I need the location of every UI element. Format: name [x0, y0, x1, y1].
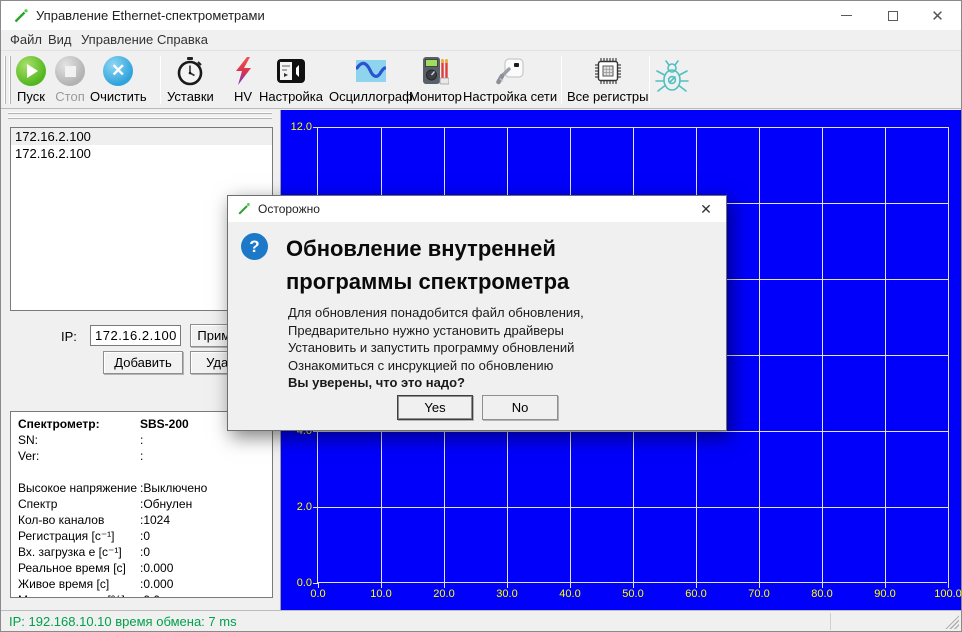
- menu-control[interactable]: Управление: [81, 32, 153, 47]
- chip-icon: [593, 56, 623, 86]
- oscilloscope-icon: [356, 60, 386, 82]
- y-tick: [313, 127, 318, 128]
- toolbar-gripper[interactable]: [9, 56, 11, 104]
- y-tick-label: 12.0: [280, 121, 312, 133]
- clear-icon: ✕: [103, 56, 133, 86]
- dialog-body-text: Для обновления понадобится файл обновлен…: [288, 304, 584, 392]
- all-registers-button[interactable]: Все регистры: [567, 55, 649, 107]
- stop-button[interactable]: Стоп: [54, 55, 86, 107]
- ip-input[interactable]: [90, 325, 181, 346]
- dialog-heading: Обновление внутренней программы спектром…: [286, 232, 569, 298]
- x-tick-label: 50.0: [611, 588, 655, 600]
- x-tick-label: 80.0: [800, 588, 844, 600]
- x-tick-label: 100.0: [926, 588, 962, 600]
- magic-wand-icon: [13, 8, 29, 24]
- dialog-close-button[interactable]: ✕: [686, 196, 726, 222]
- x-tick-label: 40.0: [548, 588, 592, 600]
- status-separator: [830, 613, 831, 630]
- stop-icon: [55, 56, 85, 86]
- device-list-item[interactable]: 172.16.2.100: [11, 128, 272, 145]
- stopwatch-icon: [175, 56, 205, 86]
- start-button[interactable]: Пуск: [15, 55, 47, 107]
- presets-button[interactable]: Уставки: [167, 55, 214, 107]
- info-row: Кол-во каналов:1024: [18, 513, 272, 529]
- info-row: Ver::: [18, 449, 272, 465]
- menu-help[interactable]: Справка: [157, 32, 208, 47]
- yes-button[interactable]: Yes: [397, 395, 473, 420]
- panel-gripper[interactable]: [8, 112, 272, 114]
- info-row: Реальное время [с]:0.000: [18, 561, 272, 577]
- settings-button[interactable]: Настройка: [259, 55, 323, 107]
- resize-grip[interactable]: [945, 615, 959, 629]
- x-tick-label: 60.0: [674, 588, 718, 600]
- multimeter-icon: [421, 56, 449, 86]
- panel-gripper[interactable]: [8, 117, 272, 119]
- status-text: IP: 192.168.10.10 время обмена: 7 ms: [9, 614, 237, 629]
- gridline-vertical: [759, 127, 760, 583]
- toolbar-separator: [649, 56, 650, 104]
- x-tick-label: 0.0: [296, 588, 340, 600]
- y-tick: [313, 431, 318, 432]
- hv-button[interactable]: HV: [227, 55, 259, 107]
- gridline-vertical: [822, 127, 823, 583]
- toolbar-separator: [561, 56, 562, 104]
- minimize-button[interactable]: [824, 1, 869, 30]
- maximize-button[interactable]: [870, 1, 915, 30]
- debug-button[interactable]: [655, 60, 689, 112]
- x-tick-label: 90.0: [863, 588, 907, 600]
- info-row: Вх. загрузка е [c⁻¹]:0: [18, 545, 272, 561]
- network-settings-button[interactable]: Настройка сети: [463, 55, 557, 107]
- magic-wand-icon: [237, 202, 251, 216]
- gridline-vertical: [948, 127, 949, 583]
- status-bar: IP: 192.168.10.10 время обмена: 7 ms: [1, 610, 961, 631]
- lightning-icon: [230, 56, 256, 86]
- info-spacer: [18, 465, 272, 481]
- info-row: Высокое напряжение:Выключено: [18, 481, 272, 497]
- x-tick-label: 20.0: [422, 588, 466, 600]
- info-row: Живое время [с]:0.000: [18, 577, 272, 593]
- play-icon: [16, 56, 46, 86]
- info-row: Спектр:Обнулен: [18, 497, 272, 513]
- gridline-vertical: [885, 127, 886, 583]
- x-tick-label: 30.0: [485, 588, 529, 600]
- title-bar: Управление Ethernet-спектрометрами ✕: [1, 1, 961, 30]
- add-button[interactable]: Добавить: [103, 351, 183, 374]
- oscilloscope-button[interactable]: Осциллограф: [329, 55, 413, 107]
- menu-file[interactable]: Файл: [10, 32, 42, 47]
- no-button[interactable]: No: [482, 395, 558, 420]
- menu-bar: Файл Вид Управление Справка: [1, 30, 961, 51]
- y-tick-label: 2.0: [280, 501, 312, 513]
- spectrometer-info-panel: Спектрометр:SBS-200SN::Ver::Высокое напр…: [10, 411, 273, 598]
- info-row: Регистрация [c⁻¹]:0: [18, 529, 272, 545]
- menu-view[interactable]: Вид: [48, 32, 72, 47]
- bug-icon: [655, 60, 689, 96]
- close-button[interactable]: ✕: [915, 1, 960, 30]
- warning-dialog: Осторожно ✕ ? Обновление внутренней прог…: [227, 195, 727, 431]
- y-tick: [313, 507, 318, 508]
- toolbar: Пуск Стоп ✕ Очистить Уставки: [1, 52, 961, 109]
- toolbar-gripper[interactable]: [4, 56, 6, 104]
- question-icon: ?: [241, 233, 268, 260]
- ip-label: IP:: [61, 329, 77, 344]
- window-title: Управление Ethernet-спектрометрами: [36, 8, 265, 23]
- x-tick-label: 70.0: [737, 588, 781, 600]
- monitor-button[interactable]: Монитор: [409, 55, 462, 107]
- info-row: SN::: [18, 433, 272, 449]
- dialog-question: Вы уверены, что это надо?: [288, 374, 584, 392]
- network-probe-icon: [495, 56, 525, 86]
- dialog-title: Осторожно: [258, 202, 320, 216]
- dialog-title-bar: Осторожно ✕: [228, 196, 726, 222]
- app-window: Управление Ethernet-спектрометрами ✕ Фай…: [0, 0, 962, 632]
- settings-panel-icon: [276, 58, 306, 84]
- clear-button[interactable]: ✕ Очистить: [90, 55, 147, 107]
- device-list-item[interactable]: 172.16.2.100: [11, 145, 272, 162]
- toolbar-separator: [160, 56, 161, 104]
- info-row: Мертвое время [%]:0.0: [18, 593, 272, 598]
- x-tick-label: 10.0: [359, 588, 403, 600]
